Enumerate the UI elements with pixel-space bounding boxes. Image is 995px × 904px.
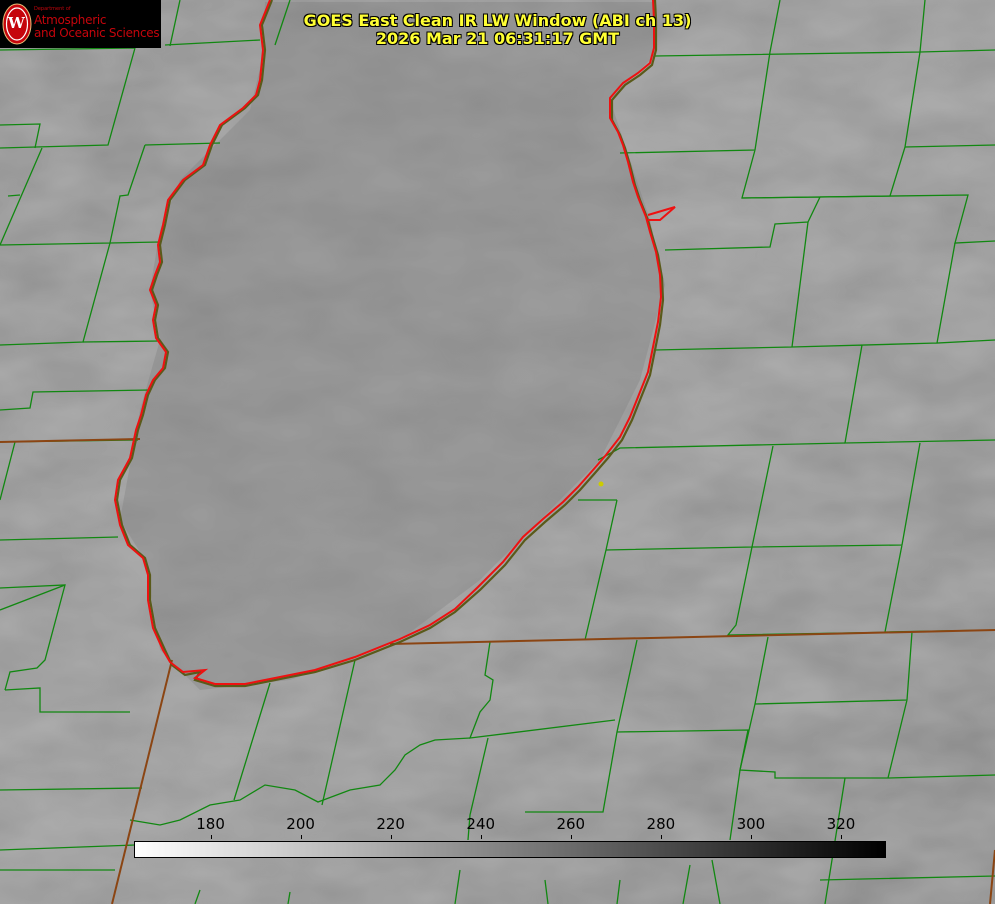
colorbar-tick-label: 300 bbox=[736, 815, 766, 833]
colorbar-tick-mark bbox=[750, 835, 752, 839]
colorbar-tick-mark bbox=[390, 835, 392, 839]
colorbar-tick-mark bbox=[210, 835, 212, 839]
colorbar-tick-label: 260 bbox=[556, 815, 586, 833]
colorbar-tick-label: 220 bbox=[376, 815, 405, 833]
image-title: GOES East Clean IR LW Window (ABI ch 13)… bbox=[0, 12, 995, 48]
colorbar-tick-mark bbox=[570, 835, 572, 839]
colorbar bbox=[134, 841, 886, 858]
colorbar-ticks: 180 200 220 240 260 280 300 320 bbox=[0, 815, 995, 839]
colorbar-tick-label: 320 bbox=[826, 815, 856, 833]
colorbar-tick-label: 200 bbox=[286, 815, 315, 833]
title-product: GOES East Clean IR LW Window (ABI ch 13) bbox=[303, 11, 692, 30]
colorbar-tick-mark bbox=[480, 835, 482, 839]
station-marker bbox=[598, 481, 604, 487]
colorbar-tick-label: 180 bbox=[196, 815, 225, 833]
colorbar-tick-label: 240 bbox=[466, 815, 496, 833]
satellite-image bbox=[0, 0, 995, 904]
colorbar-tick-mark bbox=[840, 835, 842, 839]
colorbar-tick-mark bbox=[660, 835, 662, 839]
colorbar-tick-mark bbox=[300, 835, 302, 839]
colorbar-tick-label: 280 bbox=[646, 815, 676, 833]
title-timestamp: 2026 Mar 21 06:31:17 GMT bbox=[375, 29, 620, 48]
colorbar-gradient bbox=[135, 842, 885, 857]
